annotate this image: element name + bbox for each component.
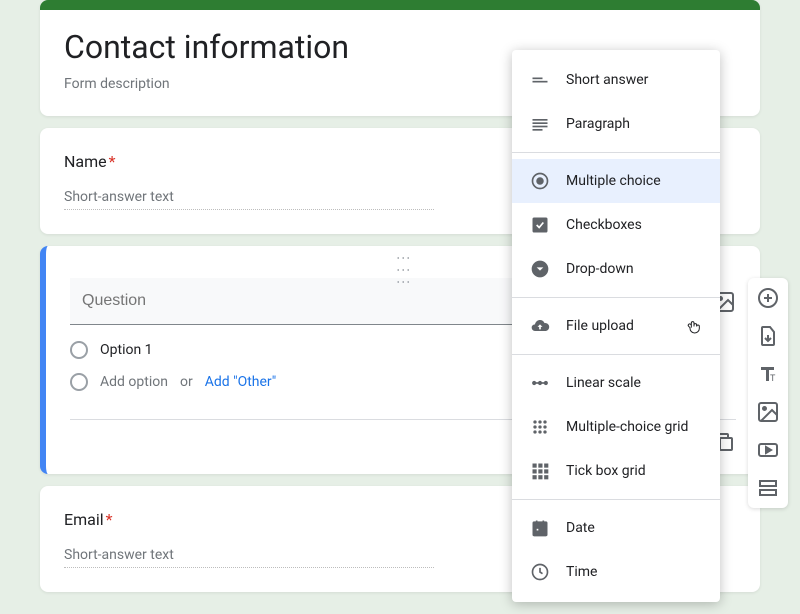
dropdown-icon [530, 259, 550, 279]
menu-item-paragraph[interactable]: Paragraph [512, 102, 720, 146]
menu-divider [512, 297, 720, 298]
svg-text:T: T [770, 374, 776, 384]
menu-label: Date [566, 520, 595, 536]
menu-item-checkboxes[interactable]: Checkboxes [512, 203, 720, 247]
paragraph-icon [530, 114, 550, 134]
radio-icon [70, 373, 88, 391]
menu-item-multiple-choice[interactable]: Multiple choice [512, 159, 720, 203]
menu-divider [512, 499, 720, 500]
calendar-icon [530, 518, 550, 538]
grid-dots-icon [530, 417, 550, 437]
menu-label: Multiple choice [566, 173, 661, 189]
menu-item-linear-scale[interactable]: Linear scale [512, 361, 720, 405]
short-answer-icon [530, 70, 550, 90]
checkbox-icon [530, 215, 550, 235]
menu-item-tick-box-grid[interactable]: Tick box grid [512, 449, 720, 493]
add-question-icon[interactable] [756, 286, 780, 310]
menu-item-short-answer[interactable]: Short answer [512, 58, 720, 102]
menu-label: Linear scale [566, 375, 641, 391]
menu-item-time[interactable]: Time [512, 550, 720, 594]
radio-icon [70, 341, 88, 359]
short-answer-placeholder: Short-answer text [64, 189, 434, 210]
menu-label: Checkboxes [566, 217, 642, 233]
menu-label: Multiple-choice grid [566, 419, 688, 435]
add-section-icon[interactable] [756, 476, 780, 500]
grid-squares-icon [530, 461, 550, 481]
add-other-link[interactable]: Add "Other" [205, 374, 277, 390]
question-label: Name [64, 152, 107, 171]
add-image-icon[interactable] [756, 400, 780, 424]
menu-label: Drop-down [566, 261, 634, 277]
menu-item-drop-down[interactable]: Drop-down [512, 247, 720, 291]
import-questions-icon[interactable] [756, 324, 780, 348]
add-video-icon[interactable] [756, 438, 780, 462]
menu-label: File upload [566, 318, 634, 334]
add-option-text[interactable]: Add option [100, 374, 168, 390]
menu-label: Short answer [566, 72, 648, 88]
add-title-icon[interactable]: T [756, 362, 780, 386]
radio-button-icon [530, 171, 550, 191]
cloud-upload-icon [530, 316, 550, 336]
short-answer-placeholder: Short-answer text [64, 547, 434, 568]
menu-item-multiple-choice-grid[interactable]: Multiple-choice grid [512, 405, 720, 449]
linear-scale-icon [530, 373, 550, 393]
menu-divider [512, 354, 720, 355]
or-text: or [180, 374, 193, 390]
menu-label: Tick box grid [566, 463, 646, 479]
menu-label: Paragraph [566, 116, 630, 132]
question-type-dropdown: Short answer Paragraph Multiple choice C… [512, 50, 720, 602]
side-toolbar: T [748, 278, 788, 508]
option-label[interactable]: Option 1 [100, 342, 153, 358]
required-marker: * [106, 510, 113, 529]
menu-item-date[interactable]: Date [512, 506, 720, 550]
required-marker: * [109, 152, 116, 171]
question-label: Email [64, 510, 104, 529]
clock-icon [530, 562, 550, 582]
menu-label: Time [566, 564, 597, 580]
menu-item-file-upload[interactable]: File upload [512, 304, 720, 348]
cursor-icon [686, 318, 702, 340]
menu-divider [512, 152, 720, 153]
